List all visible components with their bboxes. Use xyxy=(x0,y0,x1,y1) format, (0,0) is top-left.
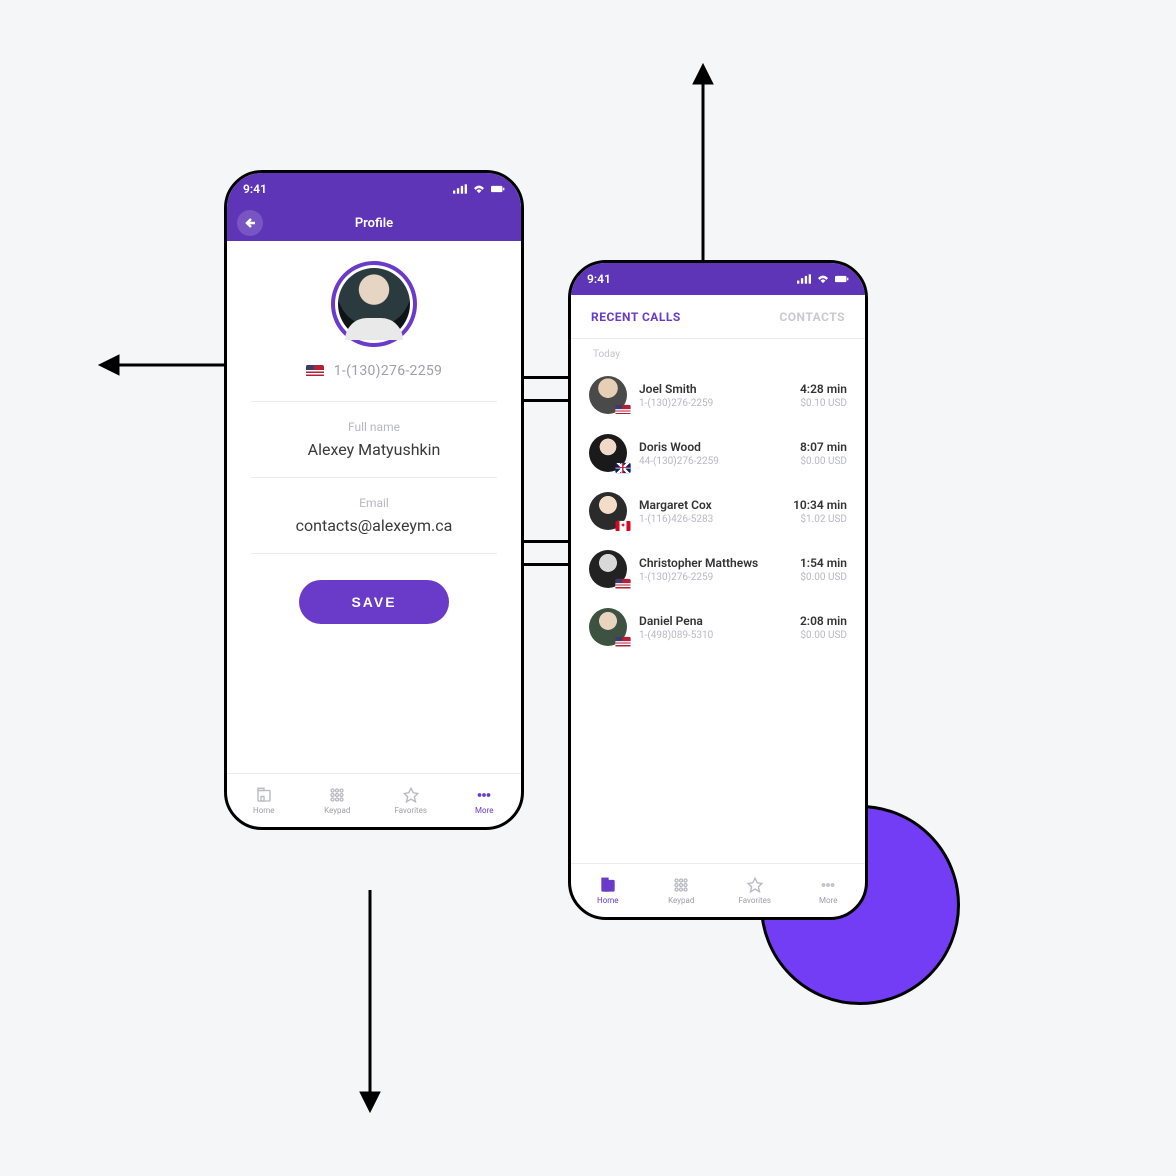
call-row[interactable]: Doris Wood 44-(130)276-2259 8:07 min $0.… xyxy=(571,424,865,482)
battery-icon xyxy=(491,184,505,194)
nav-bar: Profile xyxy=(227,205,521,241)
call-name: Joel Smith xyxy=(639,382,788,396)
tab-more-label: More xyxy=(475,806,493,815)
call-name: Margaret Cox xyxy=(639,498,781,512)
status-time: 9:41 xyxy=(587,272,611,286)
fullname-field[interactable]: Full name Alexey Matyushkin xyxy=(251,402,498,478)
tab-more[interactable]: More xyxy=(792,864,866,917)
call-cost: $0.00 USD xyxy=(800,456,847,467)
tab-keypad[interactable]: Keypad xyxy=(301,774,375,827)
avatar xyxy=(589,608,627,646)
tab-home[interactable]: Home xyxy=(571,864,645,917)
call-row[interactable]: Christopher Matthews 1-(130)276-2259 1:5… xyxy=(571,540,865,598)
flag-icon-us xyxy=(615,405,630,415)
call-duration: 4:28 min xyxy=(800,382,847,396)
tab-home-label: Home xyxy=(597,896,619,905)
tab-more-label: More xyxy=(819,896,837,905)
signal-icon xyxy=(453,184,467,194)
call-row[interactable]: Joel Smith 1-(130)276-2259 4:28 min $0.1… xyxy=(571,366,865,424)
signal-icon xyxy=(797,274,811,284)
call-duration: 1:54 min xyxy=(800,556,847,570)
tab-home-label: Home xyxy=(253,806,275,815)
avatar xyxy=(589,550,627,588)
flag-icon-uk xyxy=(615,463,630,473)
tab-bar: Home Keypad Favorites More xyxy=(571,863,865,917)
call-name: Daniel Pena xyxy=(639,614,788,628)
tab-favorites-label: Favorites xyxy=(394,806,427,815)
email-label: Email xyxy=(251,496,498,510)
back-button[interactable] xyxy=(237,210,263,236)
keypad-icon xyxy=(672,876,690,894)
email-field[interactable]: Email contacts@alexeym.ca xyxy=(251,478,498,554)
call-name: Doris Wood xyxy=(639,440,788,454)
call-cost: $1.02 USD xyxy=(793,514,847,525)
keypad-icon xyxy=(328,786,346,804)
tab-keypad-label: Keypad xyxy=(324,806,350,815)
wifi-icon xyxy=(816,274,830,284)
back-arrow-icon xyxy=(244,217,256,229)
battery-icon xyxy=(835,274,849,284)
flag-icon-us xyxy=(306,365,324,377)
phone-profile: 9:41 Profile 1-(130)276-2259 Full name A… xyxy=(224,170,524,830)
home-icon xyxy=(599,876,617,894)
more-icon xyxy=(819,876,837,894)
tab-bar: Home Keypad Favorites More xyxy=(227,773,521,827)
call-row[interactable]: Daniel Pena 1-(498)089-5310 2:08 min $0.… xyxy=(571,598,865,656)
call-duration: 2:08 min xyxy=(800,614,847,628)
profile-phone-number: 1-(130)276-2259 xyxy=(334,363,442,379)
status-bar: 9:41 xyxy=(571,263,865,295)
avatar xyxy=(589,492,627,530)
fullname-value: Alexey Matyushkin xyxy=(251,440,498,459)
call-phone: 44-(130)276-2259 xyxy=(639,456,788,467)
phone-calls: 9:41 RECENT CALLS CONTACTS Today Joel Sm… xyxy=(568,260,868,920)
status-bar: 9:41 xyxy=(227,173,521,205)
profile-phone: 1-(130)276-2259 xyxy=(251,363,498,402)
call-phone: 1-(498)089-5310 xyxy=(639,630,788,641)
call-duration: 10:34 min xyxy=(793,498,847,512)
tab-keypad-label: Keypad xyxy=(668,896,694,905)
call-phone: 1-(116)426-5283 xyxy=(639,514,781,525)
flag-icon-us xyxy=(615,637,630,647)
call-cost: $0.00 USD xyxy=(800,630,847,641)
tab-keypad[interactable]: Keypad xyxy=(645,864,719,917)
call-duration: 8:07 min xyxy=(800,440,847,454)
call-cost: $0.00 USD xyxy=(800,572,847,583)
calls-sub-tabs: RECENT CALLS CONTACTS xyxy=(571,295,865,339)
tab-recent-calls[interactable]: RECENT CALLS xyxy=(591,310,681,324)
call-name: Christopher Matthews xyxy=(639,556,788,570)
tab-contacts[interactable]: CONTACTS xyxy=(779,310,845,324)
avatar-image xyxy=(338,268,410,340)
calls-list[interactable]: Today Joel Smith 1-(130)276-2259 4:28 mi… xyxy=(571,339,865,863)
tab-favorites[interactable]: Favorites xyxy=(374,774,448,827)
fullname-label: Full name xyxy=(251,420,498,434)
more-icon xyxy=(475,786,493,804)
home-icon xyxy=(255,786,273,804)
status-time: 9:41 xyxy=(243,182,267,196)
tab-favorites-label: Favorites xyxy=(738,896,771,905)
tab-favorites[interactable]: Favorites xyxy=(718,864,792,917)
call-row[interactable]: Margaret Cox 1-(116)426-5283 10:34 min $… xyxy=(571,482,865,540)
status-icons xyxy=(797,274,849,284)
star-icon xyxy=(402,786,420,804)
decorative-arrow-down xyxy=(350,890,390,1120)
decorative-arrow-up xyxy=(683,60,723,290)
tab-home[interactable]: Home xyxy=(227,774,301,827)
avatar[interactable] xyxy=(331,261,417,347)
status-icons xyxy=(453,184,505,194)
email-value: contacts@alexeym.ca xyxy=(251,516,498,535)
section-today: Today xyxy=(571,339,865,366)
flag-icon-us xyxy=(615,579,630,589)
wifi-icon xyxy=(472,184,486,194)
flag-icon-ca xyxy=(615,521,630,531)
call-cost: $0.10 USD xyxy=(800,398,847,409)
call-phone: 1-(130)276-2259 xyxy=(639,398,788,409)
call-phone: 1-(130)276-2259 xyxy=(639,572,788,583)
tab-more[interactable]: More xyxy=(448,774,522,827)
avatar xyxy=(589,376,627,414)
save-button[interactable]: SAVE xyxy=(299,580,449,624)
page-title: Profile xyxy=(355,216,393,231)
avatar xyxy=(589,434,627,472)
star-icon xyxy=(746,876,764,894)
